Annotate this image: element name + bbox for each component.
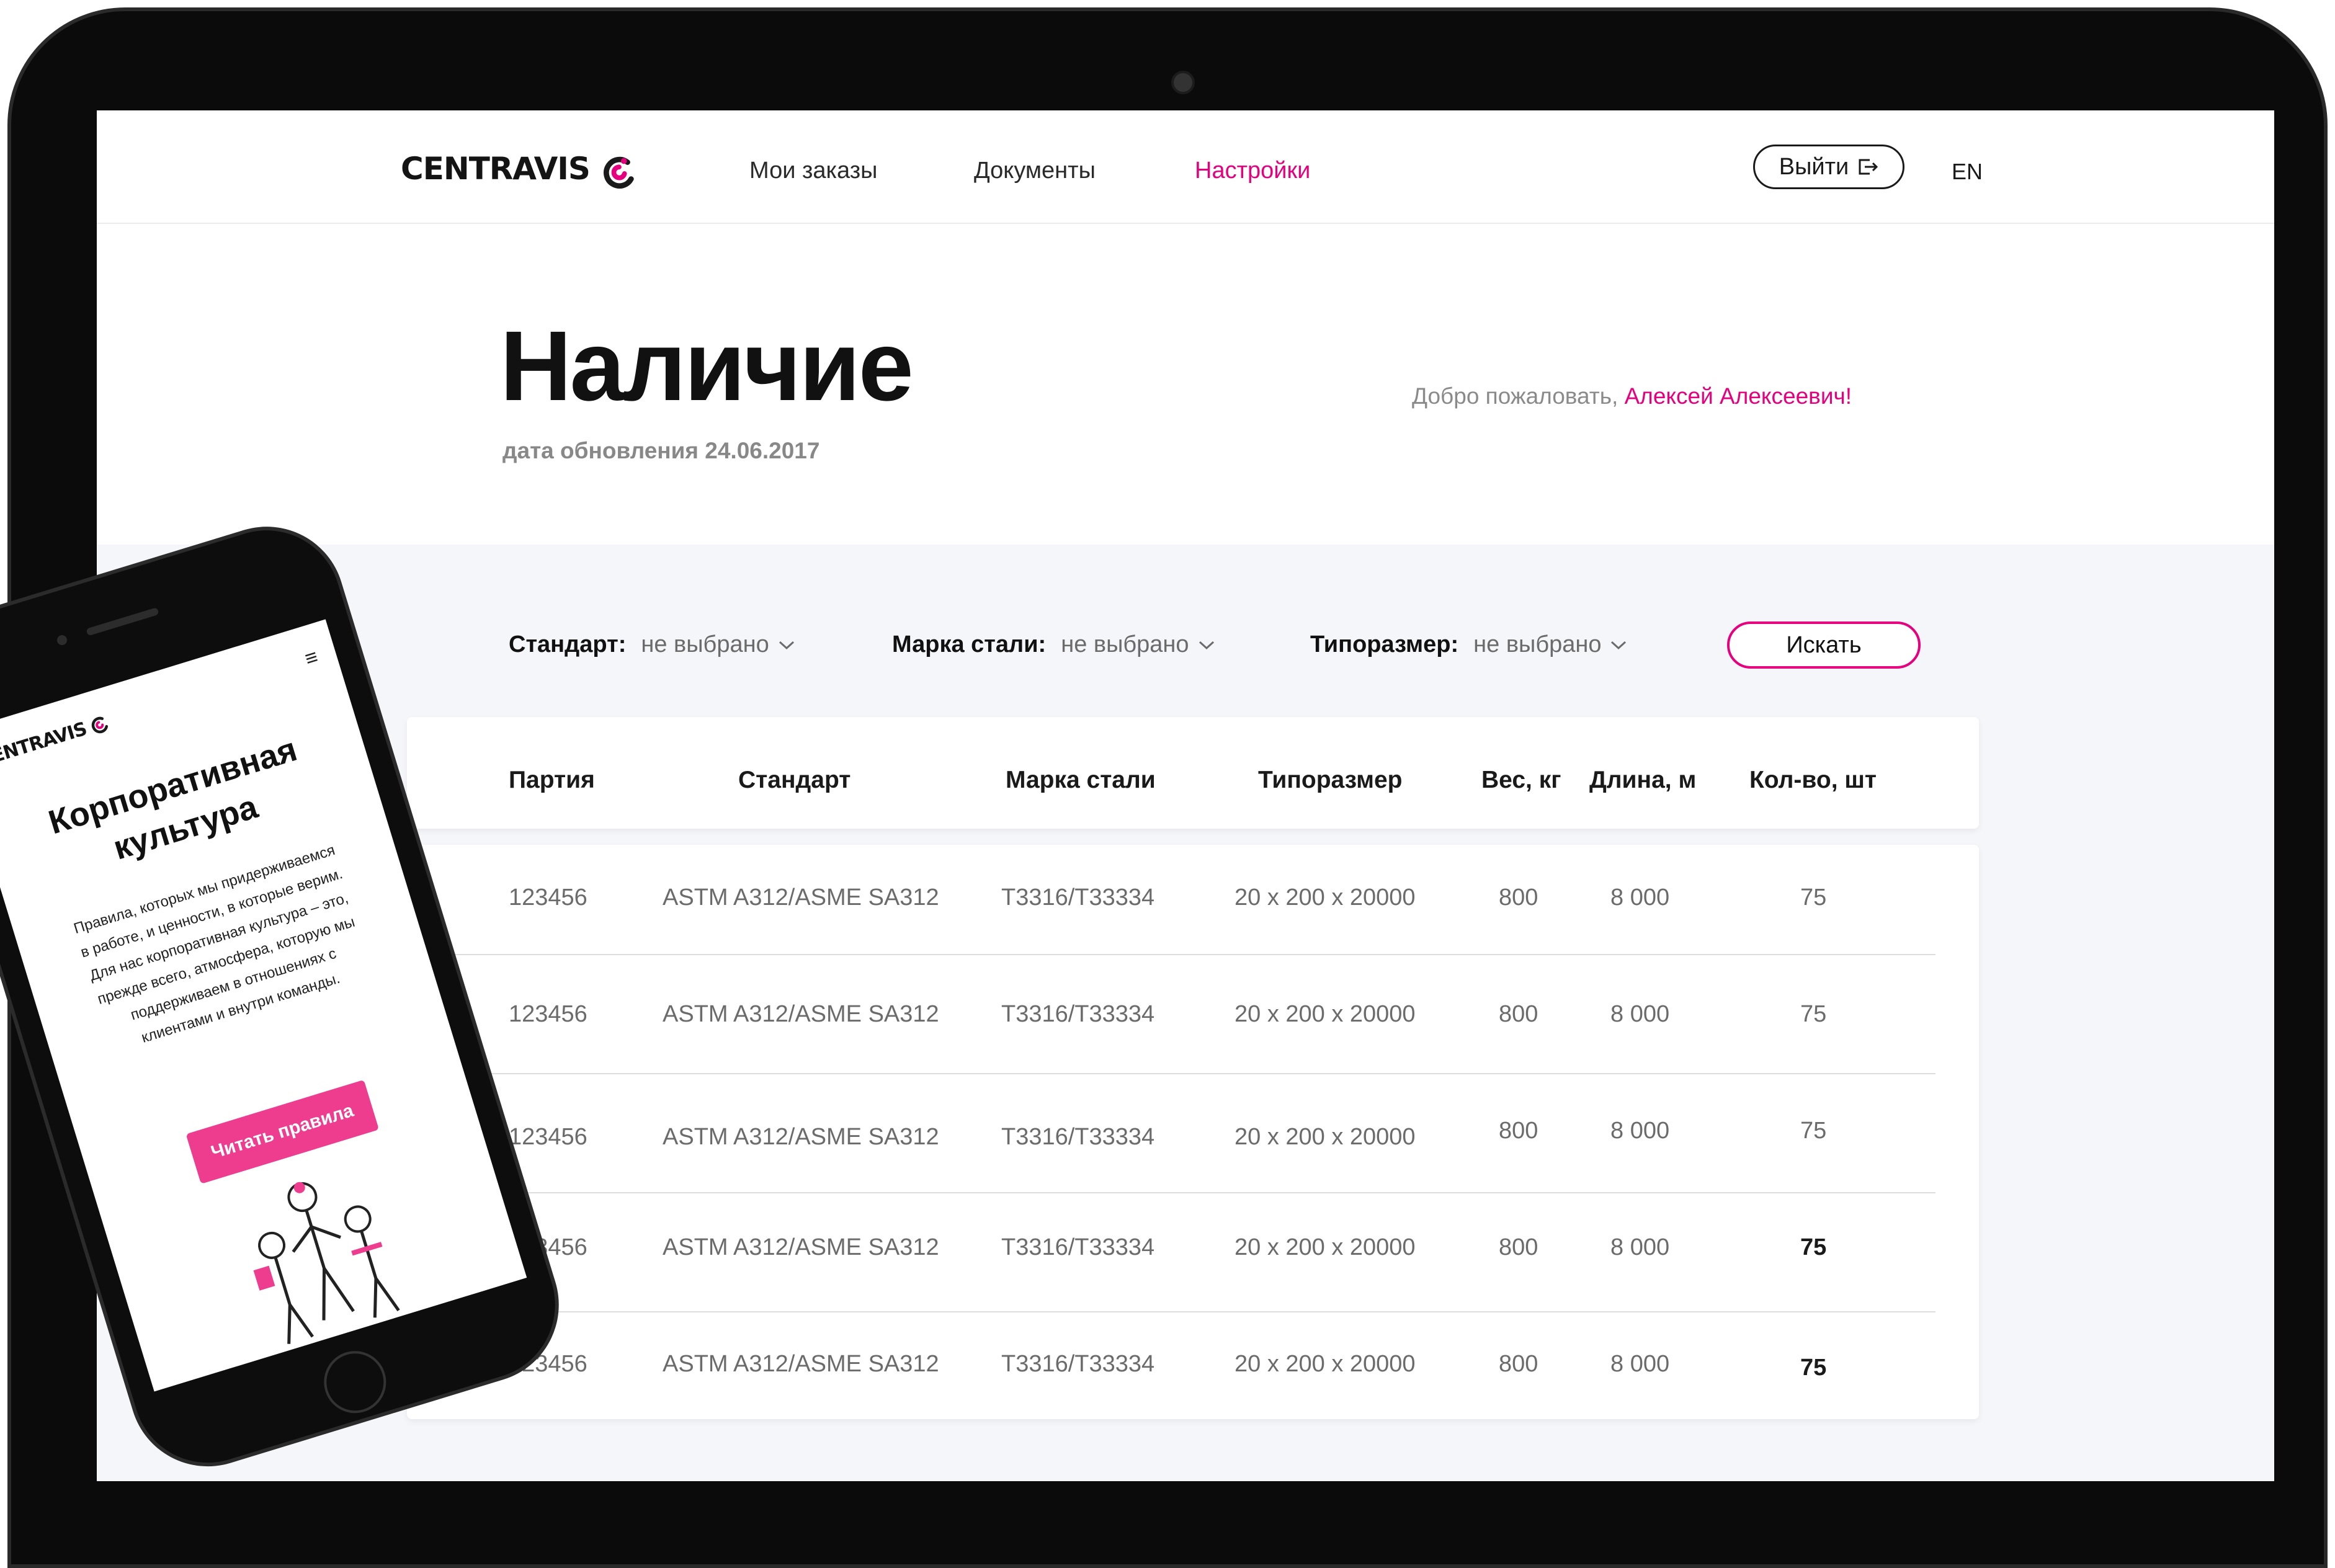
cell-standard: ASTM A312/ASME SA312 xyxy=(663,884,939,911)
filter-steel-grade-value: не выбрано xyxy=(1061,631,1189,657)
column-header-standard[interactable]: Стандарт xyxy=(738,767,851,794)
row-divider xyxy=(452,1073,1935,1074)
phone-camera xyxy=(55,634,68,647)
mobile-logo-text: CENTRAVIS xyxy=(0,718,89,772)
cell-quantity: 75 xyxy=(1800,1118,1827,1144)
filter-standard[interactable]: Стандарт: не выбрано xyxy=(509,631,795,658)
cell-quantity: 75 xyxy=(1800,1355,1827,1381)
filter-steel-grade[interactable]: Марка стали: не выбрано xyxy=(892,631,1215,658)
cell-weight: 800 xyxy=(1499,1351,1538,1377)
cell-length: 8 000 xyxy=(1610,1001,1670,1027)
mobile-brand-logo[interactable]: CENTRAVIS xyxy=(0,711,112,772)
cell-weight: 800 xyxy=(1499,1118,1538,1144)
cell-standard: ASTM A312/ASME SA312 xyxy=(663,1124,939,1150)
team-illustration xyxy=(253,1182,400,1344)
cell-size: 20 x 200 x 20000 xyxy=(1234,1001,1416,1027)
nav-settings[interactable]: Настройки xyxy=(1195,158,1310,184)
language-switch[interactable]: EN xyxy=(1952,159,1983,185)
cell-steel-grade: T3316/T33334 xyxy=(1001,884,1155,911)
cell-size: 20 x 200 x 20000 xyxy=(1234,884,1416,911)
hamburger-icon[interactable]: ≡ xyxy=(302,645,321,672)
cell-steel-grade: T3316/T33334 xyxy=(1001,1234,1155,1260)
filter-size-label: Типоразмер: xyxy=(1310,631,1459,657)
table-body xyxy=(407,845,1979,1419)
cell-length: 8 000 xyxy=(1610,1351,1670,1377)
cell-standard: ASTM A312/ASME SA312 xyxy=(663,1001,939,1027)
nav-documents[interactable]: Документы xyxy=(974,158,1096,184)
row-divider xyxy=(452,1192,1935,1193)
brand-logo[interactable]: CENTRAVIS xyxy=(401,151,634,189)
nav-my-orders[interactable]: Мои заказы xyxy=(749,158,877,184)
cell-steel-grade: T3316/T33334 xyxy=(1001,1001,1155,1027)
row-divider xyxy=(452,954,1935,955)
cell-batch: 123456 xyxy=(509,884,587,911)
column-header-weight[interactable]: Вес, кг xyxy=(1481,767,1561,794)
cell-length: 8 000 xyxy=(1610,1234,1670,1260)
cell-steel-grade: T3316/T33334 xyxy=(1001,1124,1155,1150)
cell-weight: 800 xyxy=(1499,1001,1538,1027)
logout-label: Выйти xyxy=(1779,153,1849,180)
filter-standard-value: не выбрано xyxy=(641,631,769,657)
phone-home-button xyxy=(316,1343,394,1421)
cell-batch: 123456 xyxy=(509,1124,587,1150)
row-divider xyxy=(452,1311,1935,1312)
user-name[interactable]: Алексей Алексеевич! xyxy=(1625,383,1852,409)
cell-standard: ASTM A312/ASME SA312 xyxy=(663,1234,939,1260)
cell-quantity: 75 xyxy=(1800,1234,1827,1260)
cell-batch: 123456 xyxy=(509,1001,587,1027)
cell-size: 20 x 200 x 20000 xyxy=(1234,1234,1416,1260)
welcome-prefix: Добро пожаловать, xyxy=(1412,383,1618,409)
logout-button[interactable]: Выйти xyxy=(1753,145,1904,189)
logo-mark-icon xyxy=(601,154,634,189)
chevron-down-icon xyxy=(1611,641,1627,649)
cell-length: 8 000 xyxy=(1610,884,1670,911)
page-title: Наличие xyxy=(500,310,914,421)
column-header-steel-grade[interactable]: Марка стали xyxy=(1006,767,1156,794)
cell-standard: ASTM A312/ASME SA312 xyxy=(663,1351,939,1377)
filter-size[interactable]: Типоразмер: не выбрано xyxy=(1310,631,1627,658)
cell-weight: 800 xyxy=(1499,884,1538,911)
cell-size: 20 x 200 x 20000 xyxy=(1234,1351,1416,1377)
cell-size: 20 x 200 x 20000 xyxy=(1234,1124,1416,1150)
logo-text: CENTRAVIS xyxy=(401,151,591,187)
top-navigation-bar: CENTRAVIS Мои заказы Документы Настройки… xyxy=(97,110,2274,224)
cell-quantity: 75 xyxy=(1800,884,1827,911)
phone-speaker xyxy=(86,607,159,636)
cell-steel-grade: T3316/T33334 xyxy=(1001,1351,1155,1377)
filter-size-value: не выбрано xyxy=(1473,631,1602,657)
update-date: дата обновления 24.06.2017 xyxy=(502,438,820,463)
cell-quantity: 75 xyxy=(1800,1001,1827,1027)
logout-icon xyxy=(1859,159,1878,175)
column-header-length[interactable]: Длина, м xyxy=(1589,767,1696,794)
column-header-batch[interactable]: Партия xyxy=(509,767,595,794)
chevron-down-icon xyxy=(1199,641,1214,649)
logo-mark-icon xyxy=(91,716,109,733)
cell-weight: 800 xyxy=(1499,1234,1538,1260)
welcome-message: Добро пожаловать, Алексей Алексеевич! xyxy=(1412,383,1852,409)
filter-steel-grade-label: Марка стали: xyxy=(892,631,1047,657)
chevron-down-icon xyxy=(779,641,794,649)
column-header-quantity[interactable]: Кол-во, шт xyxy=(1749,767,1877,794)
search-button[interactable]: Искать xyxy=(1727,621,1921,669)
column-header-size[interactable]: Типоразмер xyxy=(1258,767,1402,794)
cell-length: 8 000 xyxy=(1610,1118,1670,1144)
table-header xyxy=(407,717,1979,829)
filter-standard-label: Стандарт: xyxy=(509,631,627,657)
laptop-camera xyxy=(1171,71,1195,94)
